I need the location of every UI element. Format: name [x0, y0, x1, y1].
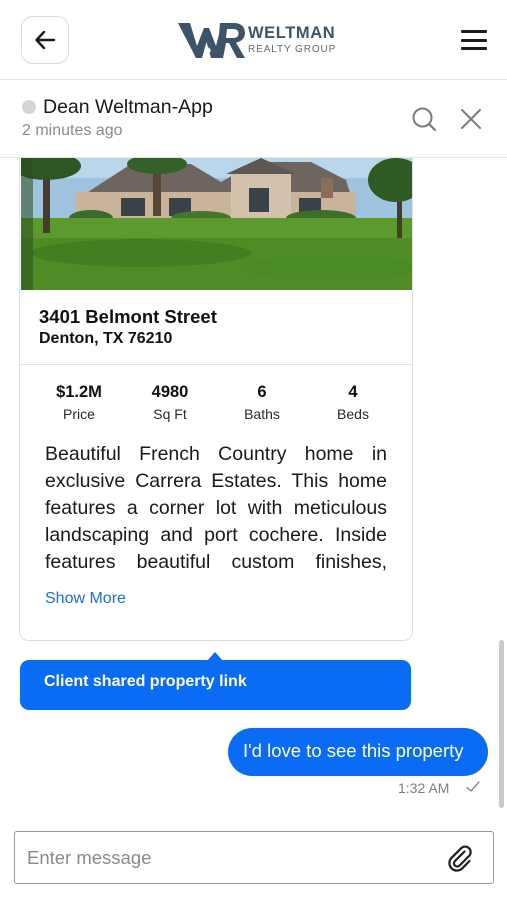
stat-baths: 6 Baths [217, 383, 307, 422]
stat-value: $1.2M [56, 383, 102, 401]
stat-label: Price [63, 406, 95, 422]
close-icon[interactable] [459, 107, 483, 131]
stat-value: 6 [257, 383, 267, 401]
back-arrow-icon [35, 30, 56, 50]
property-photo[interactable] [21, 158, 412, 290]
shared-property-text: Client shared property link [44, 673, 247, 690]
status-indicator [22, 100, 36, 114]
stat-beds: 4 Beds [308, 383, 398, 422]
check-icon [466, 781, 480, 792]
stat-label: Beds [337, 406, 369, 422]
property-city: Denton, TX 76210 [39, 330, 173, 347]
search-icon[interactable] [411, 106, 437, 132]
logo-subtitle: REALTY GROUP [248, 44, 337, 56]
show-more-link[interactable]: Show More [45, 590, 126, 608]
message-input[interactable] [14, 831, 434, 884]
stat-label: Sq Ft [153, 406, 187, 422]
scrollbar[interactable] [499, 640, 504, 808]
stat-label: Baths [244, 406, 280, 422]
card-divider [20, 364, 412, 365]
contact-name: Dean Weltman-App [43, 96, 213, 118]
stat-sqft: 4980 Sq Ft [125, 383, 215, 422]
stat-price: $1.2M Price [34, 383, 124, 422]
property-address: 3401 Belmont Street [39, 306, 217, 327]
hamburger-menu-icon [461, 30, 487, 33]
last-seen: 2 minutes ago [22, 122, 123, 139]
menu-button[interactable] [456, 26, 492, 54]
description-clip: Beautiful French Country home in exclusi… [45, 441, 387, 575]
wr-logo-mark [178, 23, 245, 58]
stat-value: 4980 [151, 383, 189, 401]
stat-value: 4 [348, 383, 358, 401]
house-image [21, 158, 412, 290]
back-button[interactable] [21, 16, 69, 64]
message-time: 1:32 AM [398, 780, 450, 796]
paperclip-icon[interactable] [444, 842, 474, 872]
logo-name: WELTMAN [248, 23, 336, 42]
outgoing-message-text: I'd love to see this property [243, 740, 464, 761]
company-logo[interactable]: WELTMAN REALTY GROUP [176, 18, 336, 62]
property-description: Beautiful French Country home in exclusi… [45, 443, 387, 573]
